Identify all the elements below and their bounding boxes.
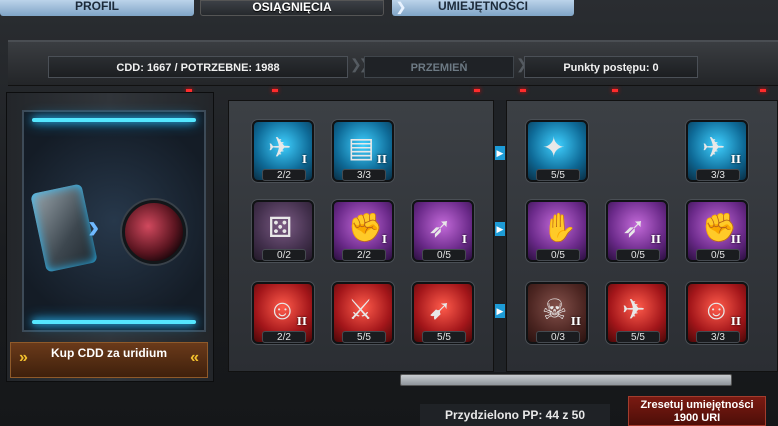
skill-level: I	[381, 233, 387, 246]
skill-slot[interactable]: ✦ 5/5	[526, 120, 588, 182]
skill-slot[interactable]: ✈ II 3/3	[686, 120, 748, 182]
skill-count: 5/5	[616, 331, 660, 343]
skill-slot[interactable]: ➶ II 0/5	[606, 200, 668, 262]
cdd-status: CDD: 1667 / POTRZEBNE: 1988	[48, 56, 348, 78]
skill-count: 5/5	[342, 331, 386, 343]
skills-screen: PROFIL OSIĄGNIĘCIA ❯ UMIEJĘTNOŚCI CDD: 1…	[0, 0, 778, 426]
pilot-icon: ☺	[268, 294, 297, 325]
reset-skills-label: Zresetuj umiejętności	[640, 399, 754, 411]
skill-slot[interactable]: ✈ 5/5	[606, 282, 668, 344]
assigned-points: Przydzielono PP: 44 z 50	[420, 404, 610, 426]
dice-icon: ⚄	[268, 212, 293, 243]
skill-count: 2/2	[262, 169, 306, 181]
laser-icon: ✈	[702, 132, 726, 163]
double-chevron-right-icon: »	[19, 349, 28, 366]
skill-count: 0/5	[616, 249, 660, 261]
hand-icon: ✋	[542, 212, 577, 243]
ship-icon: ✈	[622, 294, 646, 325]
rocket-launcher-icon: ⚔	[348, 294, 374, 325]
skull-icon: ☠	[542, 294, 568, 325]
connector-arrow-icon: ▶	[495, 222, 505, 236]
reset-skills-cost: 1900 URI	[673, 412, 721, 424]
buy-cdd-button[interactable]: » Kup CDD za uridium «	[10, 342, 208, 378]
connector-arrow-icon: ▶	[495, 304, 505, 318]
panel-divider	[494, 100, 506, 372]
skill-level: II	[570, 315, 581, 328]
energy-glow	[32, 118, 196, 122]
energy-glow	[32, 320, 196, 324]
skill-slot[interactable]: ☺ II 2/2	[252, 282, 314, 344]
reset-skills-button[interactable]: Zresetuj umiejętności 1900 URI	[628, 396, 766, 426]
skill-count: 3/3	[696, 331, 740, 343]
brain-orb-icon	[122, 200, 186, 264]
skill-count: 0/5	[536, 249, 580, 261]
connector-arrow-icon: ▶	[495, 146, 505, 160]
skill-count: 3/3	[342, 169, 386, 181]
buy-cdd-label: Kup CDD za uridium	[51, 346, 167, 360]
skill-slot[interactable]: ✋ 0/5	[526, 200, 588, 262]
skill-slot[interactable]: ☠ II 0/3	[526, 282, 588, 344]
skill-slot[interactable]: ▤ II 3/3	[332, 120, 394, 182]
fist-icon: ✊	[348, 212, 383, 243]
tab-umiejetnosci[interactable]: ❯ UMIEJĘTNOŚCI	[392, 0, 574, 16]
pilot-icon: ☺	[702, 294, 731, 325]
header-bar: CDD: 1667 / POTRZEBNE: 1988 ❯❯ PRZEMIEŃ …	[8, 40, 778, 86]
transform-card: ›	[22, 110, 206, 332]
rocket-icon: ➹	[428, 294, 452, 325]
arrow-right-icon: ›	[88, 208, 100, 246]
skill-count: 2/2	[262, 331, 306, 343]
skill-level: I	[461, 233, 467, 246]
skill-level: II	[650, 233, 661, 246]
tab-umiejetnosci-label: UMIEJĘTNOŚCI	[437, 0, 528, 13]
skill-count: 0/3	[536, 331, 580, 343]
shield-icon: ✦	[542, 132, 566, 163]
tab-profil[interactable]: PROFIL	[0, 0, 194, 16]
skill-count: 3/3	[696, 169, 740, 181]
skill-count: 0/2	[262, 249, 306, 261]
skill-slot[interactable]: ✈ I 2/2	[252, 120, 314, 182]
chevron-right-icon: ❯	[396, 0, 407, 14]
skill-count: 2/2	[342, 249, 386, 261]
skill-slot[interactable]: ➶ I 0/5	[412, 200, 474, 262]
skill-slot[interactable]: ➹ 5/5	[412, 282, 474, 344]
laser-icon: ✈	[268, 132, 292, 163]
skill-slot[interactable]: ✊ II 0/5	[686, 200, 748, 262]
skill-level: I	[301, 153, 307, 166]
progress-points: Punkty postępu: 0	[524, 56, 698, 78]
skill-slot[interactable]: ☺ II 3/3	[686, 282, 748, 344]
ammo-icon: ➶	[622, 212, 646, 243]
skill-level: II	[730, 315, 741, 328]
skill-count: 5/5	[422, 331, 466, 343]
money-icon: ▤	[348, 132, 375, 163]
skill-count: 0/5	[422, 249, 466, 261]
ammo-icon: ➶	[428, 212, 452, 243]
skill-slot[interactable]: ⚔ 5/5	[332, 282, 394, 344]
skill-level: II	[730, 233, 741, 246]
skill-level: II	[730, 153, 741, 166]
tab-osiagniecia[interactable]: OSIĄGNIĘCIA	[200, 0, 384, 16]
double-chevron-left-icon: «	[190, 349, 199, 366]
skill-count: 5/5	[536, 169, 580, 181]
skill-level: II	[296, 315, 307, 328]
horizontal-scrollbar[interactable]	[400, 374, 732, 386]
skill-slot[interactable]: ✊ I 2/2	[332, 200, 394, 262]
skill-count: 0/5	[696, 249, 740, 261]
skill-level: II	[376, 153, 387, 166]
transform-button[interactable]: PRZEMIEŃ	[364, 56, 514, 78]
skill-slot[interactable]: ⚄ 0/2	[252, 200, 314, 262]
